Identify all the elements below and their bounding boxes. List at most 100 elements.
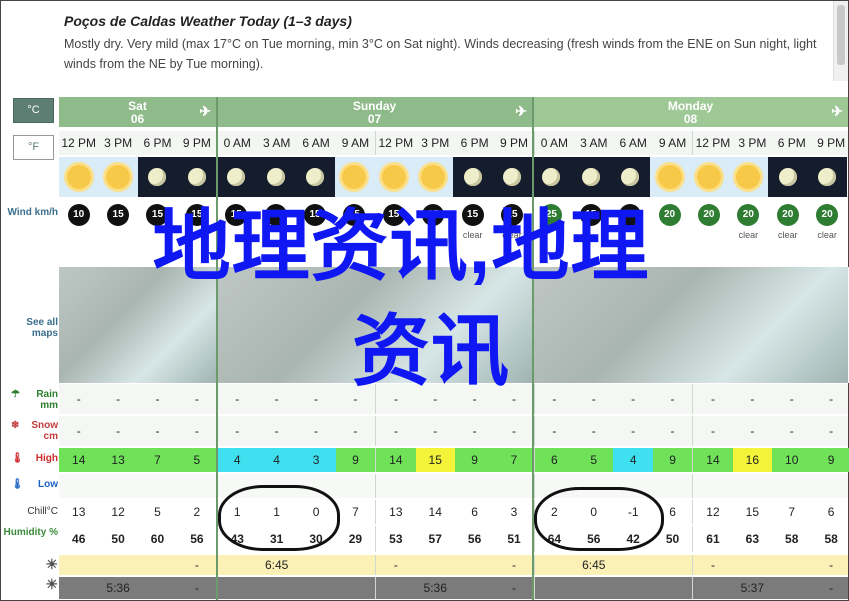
sky-cell [295,157,335,197]
sky-cell [255,157,296,197]
sunrise-cell: - [511,558,516,572]
weather-map-sunday[interactable] [217,267,533,383]
high-row: 14 13 7 5 4 4 3 9 14 15 9 7 6 5 4 9 14 16 10 9 [59,448,849,472]
scroll-thumb[interactable] [837,5,845,65]
sunrise-cell [653,555,692,575]
sunset-cell [216,577,257,599]
pin-icon[interactable]: ✈ [831,104,843,118]
page-header: Poços de Caldas Weather Today (1–3 days)… [1,1,835,91]
sky-cell [571,157,611,197]
wind-row: 10 15 15 15 15 15 15 15 15 15 15 clear 15 clear 25 15 15… [59,200,848,250]
pin-icon[interactable]: ✈ [515,104,527,118]
pin-icon[interactable]: ✈ [199,104,211,118]
chill-cell: 2 [193,505,201,519]
fahrenheit-button[interactable]: °F [13,135,54,160]
forecast-grid: Sat 06 ✈ Sunday 07 ✈ Monday 08 ✈ 12 PM 3 PM 6 PM… [59,97,849,600]
chill-cell: 13 [375,500,415,524]
high-temp-cell: 9 [335,448,376,472]
sunrise-cell [416,555,455,575]
time-cell: 12 PM [692,131,732,155]
wind-cell: 10 [59,200,98,250]
sunset-cell [653,577,692,599]
wind-arrow-icon: 20 [697,204,720,226]
time-cell: 9 PM [817,136,846,150]
maps-row[interactable] [59,267,849,383]
wind-cell: 15 [295,200,334,250]
sunset-cell [574,577,613,599]
high-temp-cell: 7 [494,448,534,472]
sunrise-cell [59,555,98,575]
sunrise-cell [455,555,494,575]
time-cell: 3 PM [104,136,133,150]
high-temp-cell: 6 [533,448,575,472]
chill-cell: 15 [745,505,760,519]
time-cell: 3 AM [580,136,608,150]
sky-cell [452,157,493,197]
snow-cell: - [433,424,438,438]
sun-icon [421,165,446,189]
high-temp-cell: 10 [772,448,812,472]
sunrise-cell [216,555,257,575]
day-header-monday[interactable]: Monday 08 ✈ [533,97,848,127]
low-temp-cell [375,474,415,498]
low-temp-cell [733,474,772,498]
sunrise-cell [296,555,335,575]
low-temp-cell [138,474,177,498]
wind-arrow-icon: 15 [422,204,445,226]
wind-sky-label: clear [777,230,798,240]
high-temp-cell: 5 [177,448,217,472]
humidity-cell: 29 [348,532,363,546]
sky-cell [137,157,178,197]
snow-cell: - [472,424,477,438]
chill-cell: 14 [428,505,442,519]
scrollbar[interactable] [833,1,848,81]
rain-cell: - [76,392,81,406]
sun-icon [657,165,682,189]
low-temp-cell [692,474,732,498]
snow-cell: - [76,424,81,438]
wind-arrow-icon: 15 [185,204,208,226]
snow-cell: - [511,424,516,438]
weather-map-monday[interactable] [533,267,849,383]
sunrise-cell [98,555,137,575]
rain-cell: - [750,392,755,406]
day-header-sunday[interactable]: Sunday 07 ✈ [217,97,532,127]
weather-map-sat[interactable] [59,267,217,383]
wind-cell: 20 clear [768,200,807,250]
chill-row: 13 12 5 2 1 1 0 7 13 14 6 3 2 0 -1 6 12 15 7 6 [59,500,848,524]
humidity-cell: 58 [785,532,799,546]
high-temp-cell: 14 [692,448,733,472]
forecast-window: Poços de Caldas Weather Today (1–3 days)… [0,0,849,601]
low-temp-cell [177,474,216,498]
celsius-button[interactable]: °C [13,98,54,123]
wind-cell: 20 clear [807,200,846,250]
day-header-sat[interactable]: Sat 06 ✈ [59,97,216,127]
moon-icon [581,168,600,186]
time-cell: 6 AM [619,136,647,150]
wind-arrow-icon: 20 [776,204,799,226]
humidity-cell: 61 [692,526,732,552]
sunrise-cell [733,555,772,575]
sunrise-cell: 6:45 [264,558,289,572]
time-cell: 6 AM [302,136,330,150]
wind-cell: 15 [177,200,216,250]
see-all-maps-link[interactable]: See all maps [1,317,58,339]
low-temp-cell [336,474,375,498]
low-temp-cell [455,474,494,498]
high-temp-cell: 4 [256,448,297,472]
chill-cell: 5 [154,505,161,519]
sky-cell [649,157,690,197]
sun-icon [66,165,91,189]
sky-cell [531,157,572,197]
sunset-cell [257,577,296,599]
low-label: 🌡 Low [11,479,58,490]
low-temp-cell [772,474,811,498]
snow-cell: - [375,416,415,446]
sunset-cell: 5:37 [740,581,765,595]
wind-arrow-icon: 15 [461,204,484,226]
page-title: Poços de Caldas Weather Today (1–3 days) [64,13,352,29]
low-temp-cell [653,474,692,498]
wind-arrow-icon: 15 [146,204,169,226]
sky-cell [492,157,532,197]
sunrise-cell [533,555,574,575]
